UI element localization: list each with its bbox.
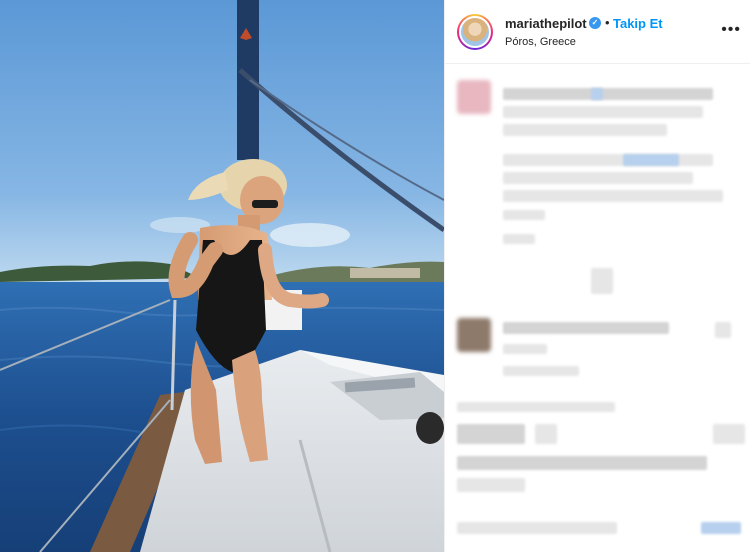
comment-line bbox=[503, 124, 667, 136]
commenter-avatar[interactable] bbox=[457, 80, 491, 114]
location-link[interactable]: Póros, Greece bbox=[505, 36, 576, 48]
comment-line bbox=[503, 172, 693, 184]
post-side-panel: mariathepilot ✓ • Takip Et Póros, Greece… bbox=[444, 0, 750, 552]
liked-by-line bbox=[457, 478, 525, 492]
comment-line bbox=[503, 154, 713, 166]
likes-count bbox=[457, 424, 525, 444]
sailboat-scene bbox=[0, 0, 444, 552]
comment-meta bbox=[503, 234, 535, 244]
follow-button[interactable]: Takip Et bbox=[613, 16, 663, 31]
comment-line bbox=[503, 190, 723, 202]
post-comment-button[interactable] bbox=[701, 522, 741, 534]
verified-badge-icon: ✓ bbox=[589, 17, 601, 29]
likes-label bbox=[535, 424, 557, 444]
header-separator: • bbox=[605, 15, 610, 30]
comment-line bbox=[503, 322, 669, 334]
comment-hashtag bbox=[623, 154, 679, 166]
more-options-icon[interactable]: ••• bbox=[721, 22, 741, 38]
commenter-avatar[interactable] bbox=[457, 318, 491, 352]
comment-mention bbox=[591, 88, 603, 100]
comment-line bbox=[503, 106, 703, 118]
bookmark-icon[interactable] bbox=[713, 424, 745, 444]
liked-by-line bbox=[457, 456, 707, 470]
comment-like-icon[interactable] bbox=[715, 322, 731, 338]
comment-meta bbox=[503, 344, 547, 354]
view-replies[interactable] bbox=[591, 268, 613, 294]
action-bar bbox=[457, 402, 615, 412]
username-link[interactable]: mariathepilot bbox=[505, 16, 587, 31]
post-photo[interactable] bbox=[0, 0, 444, 552]
post-header: mariathepilot ✓ • Takip Et Póros, Greece… bbox=[445, 0, 750, 64]
profile-avatar[interactable] bbox=[457, 14, 493, 50]
comment-line bbox=[503, 88, 713, 100]
view-replies[interactable] bbox=[503, 366, 579, 376]
comment-meta bbox=[503, 210, 545, 220]
add-comment-input[interactable] bbox=[457, 522, 617, 534]
